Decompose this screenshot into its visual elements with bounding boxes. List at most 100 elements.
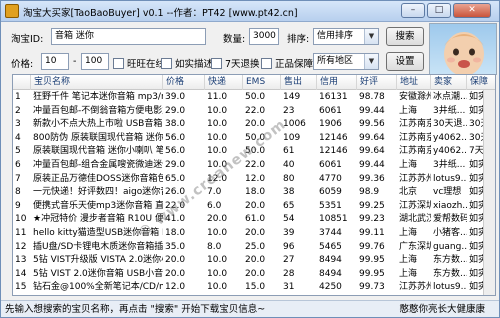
- col-credit: 4250: [319, 282, 342, 293]
- table-row[interactable]: 10★冲冠特价 漫步者音箱 R10U 便携...41.020.061.05410…: [13, 213, 495, 226]
- genuine-guarantee-checkbox[interactable]: 正品保障: [261, 56, 313, 70]
- col-address: 上海: [399, 105, 418, 116]
- col-rating: 99.76: [359, 241, 385, 252]
- col-sold: 28: [283, 268, 295, 279]
- maximize-button[interactable]: □: [427, 3, 451, 18]
- col-sold: 109: [283, 132, 301, 143]
- header-col-ems[interactable]: EMS: [243, 75, 281, 90]
- col-item-name: 狂野千件 笔记本迷你音箱 mp3/m...: [33, 92, 163, 102]
- col-address: 江苏南京: [399, 146, 431, 157]
- results-table[interactable]: 宝贝名称 价格 快递 EMS 售出 信用 好评 地址 卖家 保障 1 狂野千件 笔记本迷你音箱 mp…: [12, 74, 496, 296]
- header-col-price[interactable]: 价格: [163, 75, 205, 90]
- col-express: 10.0: [207, 255, 228, 266]
- col-address: 江苏苏州: [399, 173, 431, 184]
- genuine-guarantee-label: 正品保障: [275, 59, 314, 70]
- col-item-name: 冲量百包邮-组合金属嗖瓷微迪迷你...: [33, 160, 163, 170]
- header-col-sold[interactable]: 售出: [281, 75, 317, 90]
- taobao-id-label: 淘宝ID:: [11, 34, 44, 45]
- col-index: 5: [15, 146, 21, 157]
- col-price: 12.0: [165, 282, 186, 293]
- col-index: 11: [15, 228, 27, 238]
- table-row[interactable]: 6冲量百包邮-组合金属嗖瓷微迪迷你...29.010.022.040606199…: [13, 159, 495, 172]
- table-row[interactable]: 12 插U盘/SD卡锂电木质迷你音箱插卡...35.0 8.0 25.0 96 5465 9…: [13, 241, 495, 254]
- col-express: 20.0: [207, 214, 228, 225]
- col-seller: 小猪客...: [433, 228, 467, 238]
- seven-day-return-checkbox[interactable]: 7天退换: [211, 56, 260, 70]
- col-sold: 96: [283, 241, 295, 252]
- price-max-field[interactable]: 100: [81, 53, 109, 70]
- col-index: 7: [15, 173, 21, 184]
- table-row[interactable]: 7 原装正品万德佳DOSS迷你音箱包... 65.0 12.0 12.0 80 4770 99…: [13, 173, 495, 186]
- col-seller: xiaozh...: [433, 200, 467, 211]
- col-credit: 16131: [319, 92, 348, 102]
- table-row[interactable]: 11hello kitty猫造型USB迷你音箱 KT...18.010.020.…: [13, 227, 495, 240]
- title-bar[interactable]: 淘宝大买家[TaoBaoBuyer] v0.1 --作者：PT42 [www.p…: [1, 1, 499, 22]
- col-price: 38.0: [165, 119, 186, 130]
- price-separator: -: [73, 56, 77, 67]
- col-seller: y4062...: [433, 146, 467, 157]
- search-button[interactable]: 搜索: [386, 27, 424, 46]
- col-price: 56.0: [165, 146, 186, 157]
- col-credit: 5465: [319, 241, 342, 252]
- col-index: 8: [15, 187, 21, 198]
- header-col-index[interactable]: [13, 75, 31, 90]
- region-dropdown[interactable]: 所有地区 ▼: [313, 53, 379, 70]
- quantity-label: 数量:: [223, 34, 246, 45]
- col-index: 3: [15, 119, 21, 130]
- minimize-button[interactable]: –: [401, 3, 425, 18]
- table-row[interactable]: 1 狂野千件 笔记本迷你音箱 mp3/m...39.0 11.0 50.0 149 161…: [13, 91, 495, 104]
- col-ems: 61.0: [245, 214, 266, 225]
- col-express: 10.0: [207, 268, 228, 279]
- header-col-rating[interactable]: 好评: [357, 75, 397, 90]
- col-express: 10.0: [207, 105, 228, 116]
- table-row[interactable]: 135钻 VIST升级版 VISTA 2.0迷你小...20.010.020.0…: [13, 254, 495, 267]
- col-credit: 8494: [319, 268, 342, 279]
- col-express: 6.0: [207, 200, 222, 211]
- col-item-name: 冲量百包邮-不倒翁音箱方便电影复...: [33, 105, 163, 116]
- col-item-name: 5钻 VIST 2.0迷你音箱 USB小音响...: [33, 268, 163, 279]
- col-rating: 98.9: [359, 187, 380, 198]
- wangwang-online-checkbox[interactable]: 旺旺在线: [113, 56, 165, 70]
- app-icon: [5, 4, 19, 18]
- header-col-item-name[interactable]: 宝贝名称: [31, 75, 163, 90]
- col-ems: 22.0: [245, 105, 266, 116]
- table-row[interactable]: 3 新款小不点大热上市啦 USB音箱 ... 38.0 10.0 20.0 1006 190…: [13, 118, 495, 131]
- table-row[interactable]: 2 冲量百包邮-不倒翁音箱方便电影复...29.0 10.0 22.0 23 6061 99…: [13, 105, 495, 118]
- col-sold: 31: [283, 282, 295, 293]
- table-row[interactable]: 9便携式音乐天使mp3迷你音箱 直插...22.06.020.065535199…: [13, 200, 495, 213]
- col-item-name: 5钻 VIST升级版 VISTA 2.0迷你小...: [33, 255, 163, 266]
- header-col-address[interactable]: 地址: [397, 75, 431, 90]
- quantity-field[interactable]: 3000: [249, 28, 279, 45]
- table-row[interactable]: 145钻 VIST 2.0迷你音箱 USB小音响...20.010.020.02…: [13, 268, 495, 281]
- col-seller: 冰点潮...: [433, 92, 467, 102]
- col-index: 15: [15, 282, 27, 293]
- search-input[interactable]: 音箱 迷你: [51, 28, 206, 45]
- col-credit: 6059: [319, 187, 342, 198]
- col-address: 江苏深圳: [399, 200, 431, 211]
- as-described-checkbox[interactable]: 如实描述: [161, 56, 213, 70]
- settings-button[interactable]: 设置: [386, 52, 424, 71]
- header-col-credit[interactable]: 信用: [317, 75, 357, 90]
- col-rating: 99.44: [359, 105, 385, 116]
- col-credit: 6061: [319, 105, 342, 116]
- vertical-scrollbar[interactable]: [483, 90, 495, 295]
- header-col-guarantee[interactable]: 保障: [467, 75, 495, 90]
- status-message: 憨憨你亮长大健康康: [399, 304, 485, 315]
- header-col-express[interactable]: 快递: [205, 75, 243, 90]
- col-address: 广东深圳: [399, 241, 431, 252]
- sort-dropdown[interactable]: 信用排序 ▼: [313, 28, 379, 45]
- close-button[interactable]: ✕: [453, 3, 491, 18]
- col-credit: 12146: [319, 146, 348, 157]
- table-row[interactable]: 15 钻石金@100%全新笔记本/CD/mp3/m...12.0 10.0 15.0 3…: [13, 281, 495, 294]
- col-address: 北京: [399, 187, 418, 198]
- col-rating: 99.95: [359, 255, 385, 266]
- table-row[interactable]: 8一元快递！好评数四！aigo迷你音...26.07.018.038605998…: [13, 186, 495, 199]
- col-price: 29.0: [165, 105, 186, 116]
- col-rating: 99.36: [359, 173, 385, 184]
- as-described-label: 如实描述: [175, 59, 214, 70]
- checkbox-box: [161, 58, 172, 69]
- col-index: 4: [15, 132, 21, 143]
- header-col-seller[interactable]: 卖家: [431, 75, 467, 90]
- col-ems: 12.0: [245, 173, 266, 184]
- price-min-field[interactable]: 10: [41, 53, 69, 70]
